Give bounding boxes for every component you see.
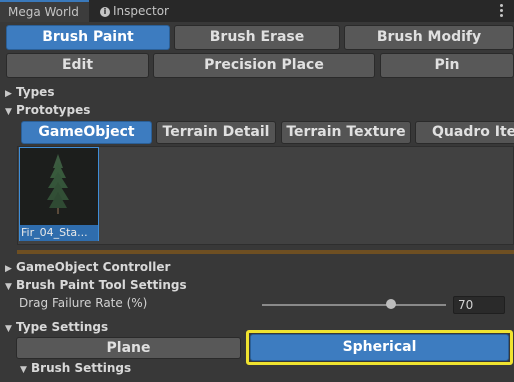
foldout-label: Type Settings bbox=[16, 320, 109, 334]
types-foldout[interactable]: ▶ Types bbox=[5, 85, 54, 99]
drag-failure-rate-label: Drag Failure Rate (%) bbox=[19, 296, 148, 310]
caret-down-icon: ▼ bbox=[5, 282, 12, 292]
plane-button[interactable]: Plane bbox=[16, 337, 241, 359]
pin-button[interactable]: Pin bbox=[380, 53, 514, 78]
caret-right-icon: ▶ bbox=[5, 89, 12, 99]
foldout-label: Prototypes bbox=[16, 103, 91, 117]
brush-settings-foldout[interactable]: ▼ Brush Settings bbox=[20, 361, 131, 375]
info-icon: i bbox=[100, 6, 110, 17]
brush-erase-button[interactable]: Brush Erase bbox=[174, 25, 340, 50]
tab-terrain-detail[interactable]: Terrain Detail bbox=[156, 121, 276, 144]
gameobject-controller-foldout[interactable]: ▶ GameObject Controller bbox=[5, 260, 170, 274]
drag-failure-rate-slider-handle[interactable] bbox=[386, 299, 396, 309]
drag-failure-rate-slider-track[interactable] bbox=[262, 304, 446, 306]
foldout-label: Brush Settings bbox=[31, 361, 132, 375]
prototypes-foldout[interactable]: ▼ Prototypes bbox=[5, 103, 90, 117]
drag-failure-rate-field[interactable]: 70 bbox=[453, 296, 505, 314]
precision-place-button[interactable]: Precision Place bbox=[153, 53, 375, 78]
tab-label: Inspector bbox=[113, 4, 169, 18]
caret-down-icon: ▼ bbox=[20, 365, 27, 375]
brush-paint-button[interactable]: Brush Paint bbox=[6, 25, 170, 50]
caret-down-icon: ▼ bbox=[5, 324, 12, 334]
edit-button[interactable]: Edit bbox=[6, 53, 149, 78]
caret-down-icon: ▼ bbox=[5, 107, 12, 117]
brush-paint-tool-settings-foldout[interactable]: ▼ Brush Paint Tool Settings bbox=[5, 278, 187, 292]
tab-terrain-texture[interactable]: Terrain Texture bbox=[281, 121, 411, 144]
tab-gameobject[interactable]: GameObject bbox=[21, 121, 152, 144]
foldout-label: Types bbox=[16, 85, 55, 99]
foldout-label: Brush Paint Tool Settings bbox=[16, 278, 187, 292]
section-divider bbox=[17, 250, 514, 254]
type-settings-foldout[interactable]: ▼ Type Settings bbox=[5, 320, 108, 334]
brush-modify-button[interactable]: Brush Modify bbox=[344, 25, 514, 50]
fir-tree-thumbnail bbox=[20, 148, 98, 226]
kebab-menu-icon[interactable] bbox=[500, 4, 504, 18]
tab-label: Mega World bbox=[8, 5, 79, 19]
tab-inspector[interactable]: i Inspector bbox=[92, 0, 182, 22]
tab-quadro-item[interactable]: Quadro Item bbox=[415, 121, 514, 144]
tab-mega-world[interactable]: Mega World bbox=[0, 0, 89, 22]
focus-highlight bbox=[246, 330, 513, 365]
foldout-label: GameObject Controller bbox=[16, 260, 171, 274]
prototype-name: Fir_04_Sta... bbox=[20, 225, 98, 241]
caret-right-icon: ▶ bbox=[5, 264, 12, 274]
